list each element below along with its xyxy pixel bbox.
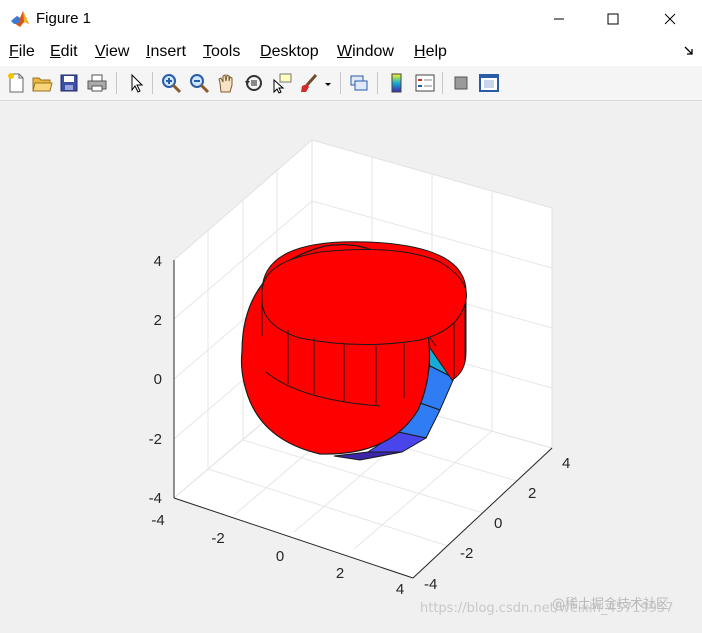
- minimize-icon: [554, 18, 564, 20]
- close-icon: [664, 13, 676, 25]
- toolbar-separator: [116, 72, 117, 94]
- toolbar-separator: [442, 72, 443, 94]
- zoom-in-icon[interactable]: [160, 72, 182, 94]
- maximize-button[interactable]: [586, 0, 640, 38]
- axes-3d[interactable]: 4 2 0 -2 -4 -4 -2 0 2 4 -4 -2 0 2 4 http…: [0, 101, 702, 628]
- menu-file[interactable]: File: [9, 43, 35, 61]
- y-tick-label: -4: [424, 576, 437, 593]
- print-icon[interactable]: [86, 72, 108, 94]
- data-cursor-icon[interactable]: [271, 72, 293, 94]
- zoom-out-icon[interactable]: [188, 72, 210, 94]
- z-tick-label: 4: [154, 253, 162, 270]
- minimize-button[interactable]: [532, 0, 586, 38]
- watermark-label: @稀土掘金技术社区: [552, 596, 669, 612]
- pan-hand-icon[interactable]: [215, 72, 237, 94]
- window-title: Figure 1: [36, 10, 92, 27]
- colorbar-icon[interactable]: [386, 72, 408, 94]
- maximize-icon: [607, 13, 619, 25]
- z-tick-label: -2: [149, 431, 162, 448]
- menu-edit[interactable]: Edit: [50, 43, 78, 61]
- link-plot-icon[interactable]: [348, 72, 370, 94]
- y-tick-label: 0: [494, 515, 502, 532]
- x-tick-label: -4: [151, 512, 164, 529]
- close-button[interactable]: [643, 0, 697, 38]
- menu-view[interactable]: View: [95, 43, 129, 61]
- rotate-3d-icon[interactable]: [243, 72, 265, 94]
- figure-canvas[interactable]: 4 2 0 -2 -4 -4 -2 0 2 4 -4 -2 0 2 4 http…: [0, 101, 702, 628]
- x-tick-label: -2: [211, 530, 224, 547]
- toolbar-separator: [377, 72, 378, 94]
- figure-toolbar: [0, 66, 702, 101]
- save-icon[interactable]: [58, 72, 80, 94]
- z-tick-label: 0: [154, 371, 162, 388]
- y-tick-label: 4: [562, 455, 570, 472]
- hide-plot-tools-icon[interactable]: [450, 72, 472, 94]
- open-file-icon[interactable]: [31, 72, 53, 94]
- select-arrow-icon[interactable]: [126, 72, 148, 94]
- new-figure-icon[interactable]: [5, 72, 27, 94]
- x-tick-label: 0: [276, 548, 284, 565]
- z-tick-label: -4: [149, 490, 162, 507]
- menu-insert[interactable]: Insert: [146, 43, 186, 61]
- y-tick-label: 2: [528, 485, 536, 502]
- toolbar-separator: [152, 72, 153, 94]
- menu-help[interactable]: Help: [414, 43, 447, 61]
- brush-icon[interactable]: [298, 72, 320, 94]
- menu-tools[interactable]: Tools: [203, 43, 240, 61]
- brush-dropdown-icon[interactable]: [322, 72, 334, 94]
- show-plot-tools-icon[interactable]: [478, 72, 500, 94]
- title-bar: Figure 1: [0, 0, 702, 38]
- menu-desktop[interactable]: Desktop: [260, 43, 319, 61]
- z-tick-label: 2: [154, 312, 162, 329]
- x-tick-label: 2: [336, 565, 344, 582]
- z-axis-ticks: 4 2 0 -2 -4: [149, 253, 162, 507]
- toolbar-separator: [340, 72, 341, 94]
- x-tick-label: 4: [396, 581, 404, 598]
- matlab-icon: [11, 11, 29, 27]
- menu-bar: File Edit View Insert Tools Desktop Wind…: [0, 38, 702, 66]
- y-tick-label: -2: [460, 545, 473, 562]
- menu-window[interactable]: Window: [337, 43, 394, 61]
- dock-arrow-icon[interactable]: [684, 46, 694, 56]
- legend-icon[interactable]: [414, 72, 436, 94]
